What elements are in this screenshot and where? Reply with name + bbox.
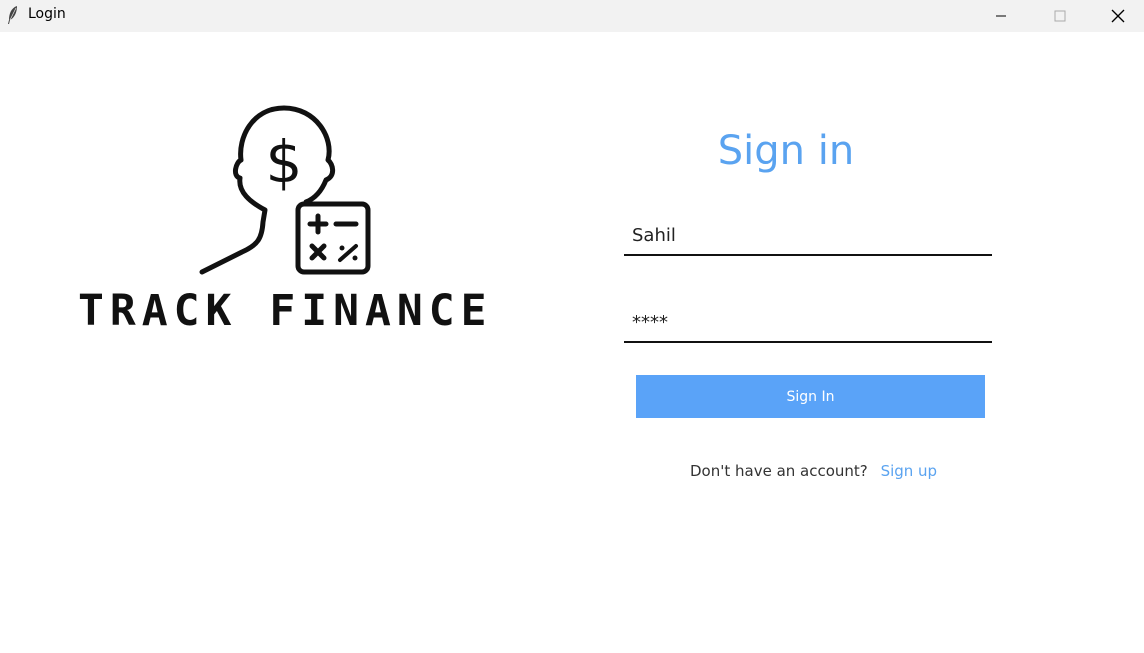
title-bar: Login	[0, 0, 1144, 32]
close-button[interactable]	[1089, 0, 1144, 32]
signup-row: Don't have an account? Sign up	[690, 462, 937, 480]
sign-up-link[interactable]: Sign up	[881, 462, 938, 480]
sign-in-button[interactable]: Sign In	[636, 375, 985, 418]
maximize-button[interactable]	[1031, 0, 1089, 32]
close-icon	[1111, 9, 1125, 23]
signup-prompt: Don't have an account?	[690, 462, 868, 480]
username-field[interactable]	[624, 216, 992, 256]
dollar-sign: $	[266, 128, 303, 196]
maximize-icon	[1054, 10, 1066, 22]
minimize-icon	[996, 15, 1006, 17]
feather-icon	[8, 6, 17, 24]
password-field[interactable]	[624, 303, 992, 343]
page-title: Sign in	[717, 128, 855, 174]
minimize-button[interactable]	[972, 0, 1030, 32]
window-title: Login	[28, 6, 66, 22]
logo-text: TRACK FINANCE	[78, 286, 493, 336]
